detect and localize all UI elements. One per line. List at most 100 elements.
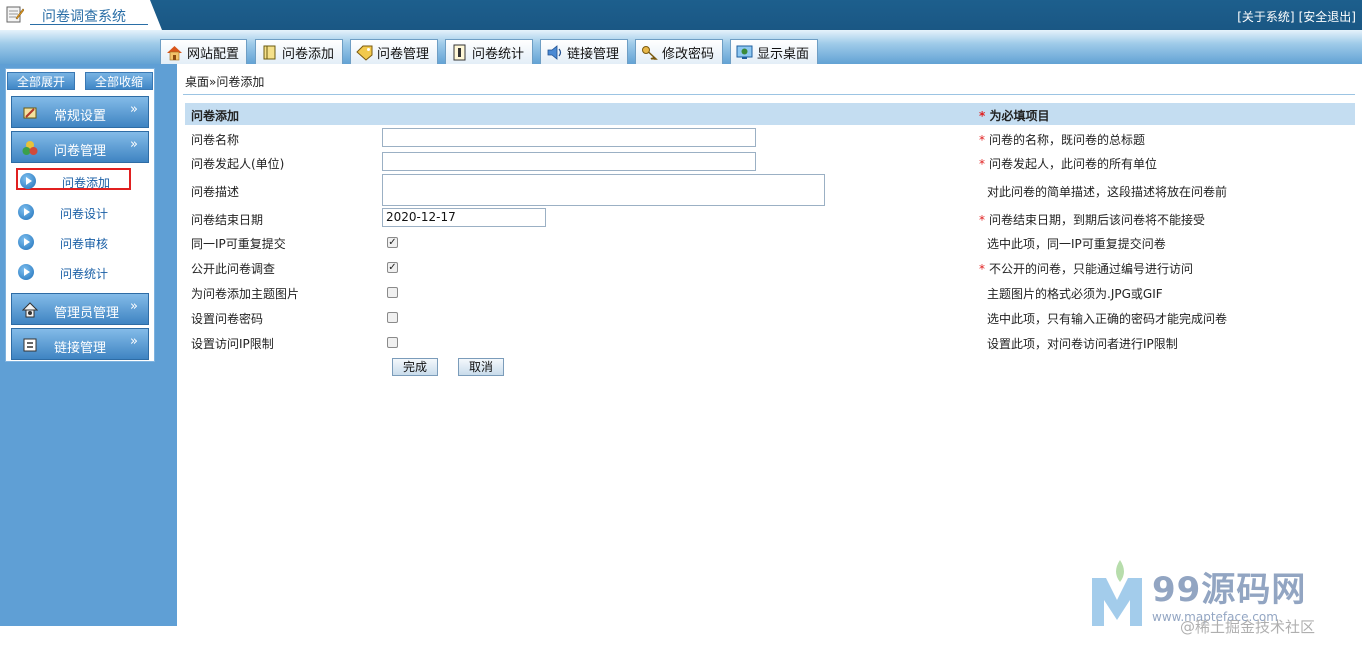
cancel-button[interactable]: 取消 <box>458 358 504 376</box>
required-star: * <box>979 133 985 147</box>
tab-label: 网站配置 <box>187 46 240 62</box>
field-note: * 问卷的名称，既问卷的总标题 <box>979 131 1145 148</box>
notepad-icon <box>6 6 24 23</box>
admin-icon <box>22 302 38 318</box>
book-icon <box>263 45 276 59</box>
field-note: 设置此项，对问卷访问者进行IP限制 <box>987 337 1178 351</box>
repeat-submit-checkbox[interactable]: ✓ <box>387 237 398 248</box>
top-links: [关于系统] [安全退出] <box>1237 8 1356 25</box>
app-title: 问卷调查系统 <box>42 9 126 25</box>
sidebar: 全部展开 全部收缩 常规设置 » 问卷管理 » 问卷添加 问卷设计 问卷审核 问… <box>5 68 155 362</box>
sidebar-group-label: 问卷管理 <box>54 144 107 159</box>
survey-icon <box>22 141 38 155</box>
field-note-text: 不公开的问卷，只能通过编号进行访问 <box>989 262 1194 276</box>
field-note: 主题图片的格式必须为.JPG或GIF <box>987 287 1163 301</box>
field-note-text: 问卷的名称，既问卷的总标题 <box>989 133 1146 147</box>
tab-label: 问卷添加 <box>282 46 335 62</box>
sidebar-item-label: 问卷统计 <box>60 267 109 281</box>
form-header: 问卷添加 * 为必填项目 <box>185 103 1355 125</box>
sidebar-item-survey-design[interactable]: 问卷设计 <box>16 201 131 223</box>
field-label: 设置问卷密码 <box>191 312 264 326</box>
sidebar-item-survey-stats[interactable]: 问卷统计 <box>16 261 131 283</box>
tab-survey-stats[interactable]: 问卷统计 <box>445 39 533 64</box>
tab-survey-manage[interactable]: 问卷管理 <box>350 39 438 64</box>
survey-password-checkbox[interactable] <box>387 312 398 323</box>
field-note: 选中此项，只有输入正确的密码才能完成问卷 <box>987 312 1228 326</box>
sidebar-group-links[interactable]: 链接管理 » <box>11 328 149 360</box>
survey-name-input[interactable] <box>382 128 756 147</box>
field-label: 同一IP可重复提交 <box>191 237 286 251</box>
expand-all-button[interactable]: 全部展开 <box>7 72 75 90</box>
play-icon <box>18 264 34 280</box>
speaker-icon <box>547 44 562 60</box>
tab-show-desktop[interactable]: 显示桌面 <box>730 39 818 64</box>
breadcrumb-divider <box>183 94 1355 95</box>
top-bar: 问卷调查系统 [关于系统] [安全退出] <box>0 0 1362 30</box>
logout-link[interactable]: [安全退出] <box>1299 8 1356 25</box>
field-label: 问卷发起人(单位) <box>191 157 285 171</box>
sidebar-group-label: 常规设置 <box>54 109 107 124</box>
field-note: * 问卷发起人，此问卷的所有单位 <box>979 155 1157 172</box>
field-note: * 不公开的问卷，只能通过编号进行访问 <box>979 260 1193 277</box>
desktop-icon <box>736 45 753 59</box>
sidebar-item-label: 问卷添加 <box>62 176 111 190</box>
watermark-logo-icon <box>1092 560 1142 626</box>
sidebar-item-survey-add[interactable]: 问卷添加 <box>16 168 131 190</box>
field-label: 问卷名称 <box>191 133 240 147</box>
tab-label: 问卷统计 <box>472 46 525 62</box>
theme-image-checkbox[interactable] <box>387 287 398 298</box>
field-note: * 问卷结束日期，到期后该问卷将不能接受 <box>979 211 1205 228</box>
collapse-all-button[interactable]: 全部收缩 <box>85 72 153 90</box>
field-label: 问卷描述 <box>191 185 240 199</box>
play-icon <box>18 204 34 220</box>
key-icon <box>642 45 658 60</box>
tab-label: 显示桌面 <box>757 46 810 62</box>
survey-initiator-input[interactable] <box>382 152 756 171</box>
tab-link-manage[interactable]: 链接管理 <box>540 39 628 64</box>
tab-strip: 网站配置 问卷添加 问卷管理 问卷统计 链接管理 修改密码 显示桌面 <box>0 30 1362 64</box>
sidebar-group-survey[interactable]: 问卷管理 » <box>11 131 149 163</box>
required-star: * <box>979 262 985 276</box>
tab-label: 问卷管理 <box>377 46 430 62</box>
tab-survey-add[interactable]: 问卷添加 <box>255 39 343 64</box>
chevron-right-icon: » <box>130 137 138 152</box>
sidebar-group-label: 管理员管理 <box>54 306 120 321</box>
sidebar-group-admin[interactable]: 管理员管理 » <box>11 293 149 325</box>
chevron-right-icon: » <box>130 299 138 314</box>
form-title: 问卷添加 <box>191 109 240 123</box>
field-note-text: 问卷结束日期，到期后该问卷将不能接受 <box>989 213 1206 227</box>
ip-limit-checkbox[interactable] <box>387 337 398 348</box>
survey-description-textarea[interactable] <box>382 174 825 206</box>
tab-label: 链接管理 <box>567 46 620 62</box>
tag-icon <box>356 45 373 61</box>
submit-button[interactable]: 完成 <box>392 358 438 376</box>
required-note: * 为必填项目 <box>979 107 1049 124</box>
app-window: 问卷调查系统 [关于系统] [安全退出] 网站配置 问卷添加 问卷管理 问卷统计… <box>0 0 1362 654</box>
sidebar-group-settings[interactable]: 常规设置 » <box>11 96 149 128</box>
field-label: 为问卷添加主题图片 <box>191 287 300 301</box>
sidebar-item-survey-review[interactable]: 问卷审核 <box>16 231 131 253</box>
logo-area: 问卷调查系统 <box>0 0 162 30</box>
tab-label: 修改密码 <box>662 46 715 62</box>
home-icon <box>167 45 182 60</box>
required-star: * <box>979 109 986 123</box>
watermark-title: 99源码网 <box>1152 570 1307 610</box>
play-icon <box>20 173 36 189</box>
sidebar-item-label: 问卷设计 <box>60 207 109 221</box>
tab-change-password[interactable]: 修改密码 <box>635 39 723 64</box>
chevron-right-icon: » <box>130 334 138 349</box>
main-content: 桌面»问卷添加 问卷添加 * 为必填项目 问卷名称 * 问卷的名称，既问卷的总标题… <box>177 64 1362 626</box>
tab-site-config[interactable]: 网站配置 <box>160 39 247 64</box>
document-icon <box>453 44 466 60</box>
field-label: 设置访问IP限制 <box>191 337 274 351</box>
about-system-link[interactable]: [关于系统] <box>1237 8 1294 25</box>
sidebar-group-label: 链接管理 <box>54 341 107 356</box>
public-survey-checkbox[interactable]: ✓ <box>387 262 398 273</box>
play-icon <box>18 234 34 250</box>
end-date-input[interactable]: 2020-12-17 <box>382 208 546 227</box>
required-star: * <box>979 213 985 227</box>
field-note: 对此问卷的简单描述，这段描述将放在问卷前 <box>987 185 1228 199</box>
watermark: 99源码网 www.mapteface.com @稀土掘金技术社区 <box>1088 558 1358 648</box>
sidebar-item-label: 问卷审核 <box>60 237 109 251</box>
title-underline <box>30 24 148 25</box>
